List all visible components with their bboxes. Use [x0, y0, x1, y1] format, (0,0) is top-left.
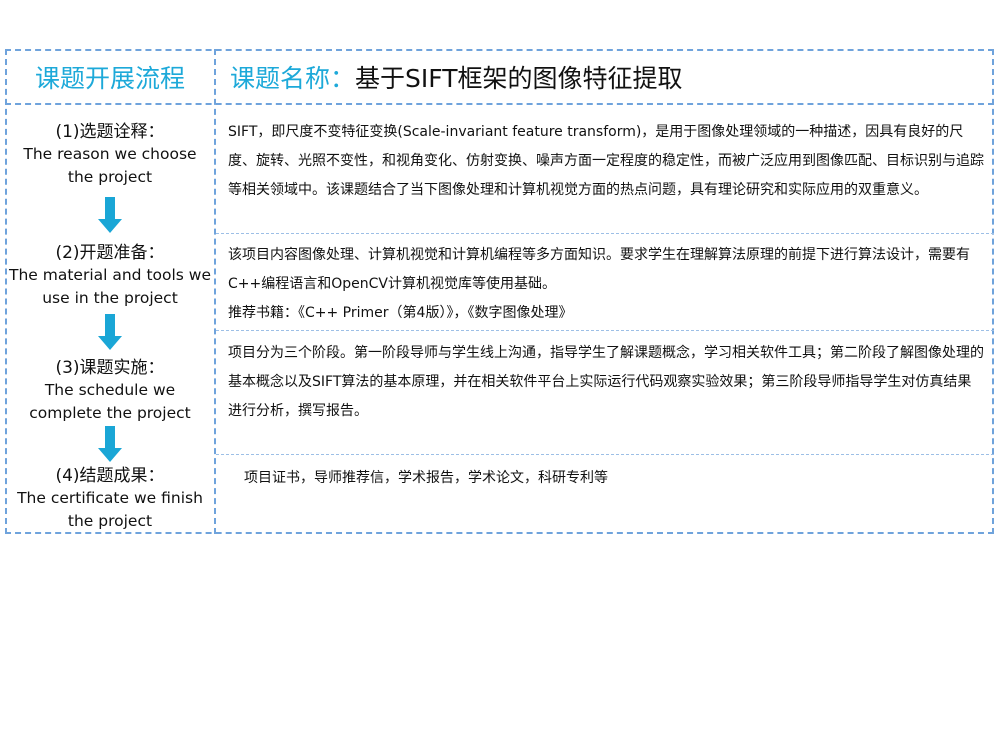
step-4: (4)结题成果： The certificate we finish the p…	[6, 465, 214, 533]
row-divider	[216, 330, 994, 331]
content-implementation: 项目分为三个阶段。第一阶段导师与学生线上沟通，指导学生了解课题概念，学习相关软件…	[228, 339, 984, 426]
row-divider	[216, 233, 994, 234]
content-preparation: 该项目内容图像处理、计算机视觉和计算机编程等多方面知识。要求学生在理解算法原理的…	[228, 241, 984, 328]
content-paragraph: 项目证书，导师推荐信，学术报告，学术论文，科研专利等	[244, 470, 608, 486]
step-1-title: (1)选题诠释：	[55, 122, 165, 142]
step-1: (1)选题诠释： The reason we choose the projec…	[6, 121, 214, 189]
content-results: 项目证书，导师推荐信，学术报告，学术论文，科研专利等	[244, 464, 984, 493]
content-paragraph: 该项目内容图像处理、计算机视觉和计算机编程等多方面知识。要求学生在理解算法原理的…	[228, 247, 970, 292]
step-4-title: (4)结题成果：	[55, 466, 165, 486]
content-paragraph: 项目分为三个阶段。第一阶段导师与学生线上沟通，指导学生了解课题概念，学习相关软件…	[228, 345, 984, 419]
step-3: (3)课题实施： The schedule we complete the pr…	[6, 357, 214, 425]
flow-column-title: 课题开展流程	[34, 64, 185, 93]
step-2: (2)开题准备： The material and tools we use i…	[6, 242, 214, 310]
down-arrow-icon	[98, 314, 122, 350]
down-arrow-icon	[98, 426, 122, 462]
step-1-subtitle-line-2: the project	[67, 168, 153, 186]
content-books: 推荐书籍：《C++ Primer（第4版）》，《数字图像处理》	[228, 305, 573, 321]
column-divider	[214, 49, 216, 534]
step-4-subtitle-line-2: the project	[67, 512, 153, 530]
project-title: 课题名称：基于SIFT框架的图像特征提取	[230, 56, 682, 102]
header-divider	[5, 103, 994, 105]
step-3-subtitle-line-2: complete the project	[29, 404, 191, 422]
content-selection-reason: SIFT，即尺度不变特征变换(Scale-invariant feature t…	[228, 118, 984, 205]
step-2-title: (2)开题准备：	[55, 243, 165, 263]
step-3-subtitle-line-1: The schedule we	[44, 381, 176, 399]
project-title-label: 课题名称：	[230, 64, 356, 93]
step-2-subtitle-line-2: use in the project	[42, 289, 178, 307]
content-paragraph: SIFT，即尺度不变特征变换(Scale-invariant feature t…	[228, 124, 984, 198]
down-arrow-icon	[98, 197, 122, 233]
project-title-text: 基于SIFT框架的图像特征提取	[355, 64, 683, 93]
step-2-subtitle-line-1: The material and tools we	[8, 266, 212, 284]
step-4-subtitle-line-1: The certificate we finish	[17, 489, 203, 507]
step-1-subtitle-line-1: The reason we choose	[23, 145, 197, 163]
step-3-title: (3)课题实施：	[55, 358, 165, 378]
row-divider	[216, 454, 994, 455]
